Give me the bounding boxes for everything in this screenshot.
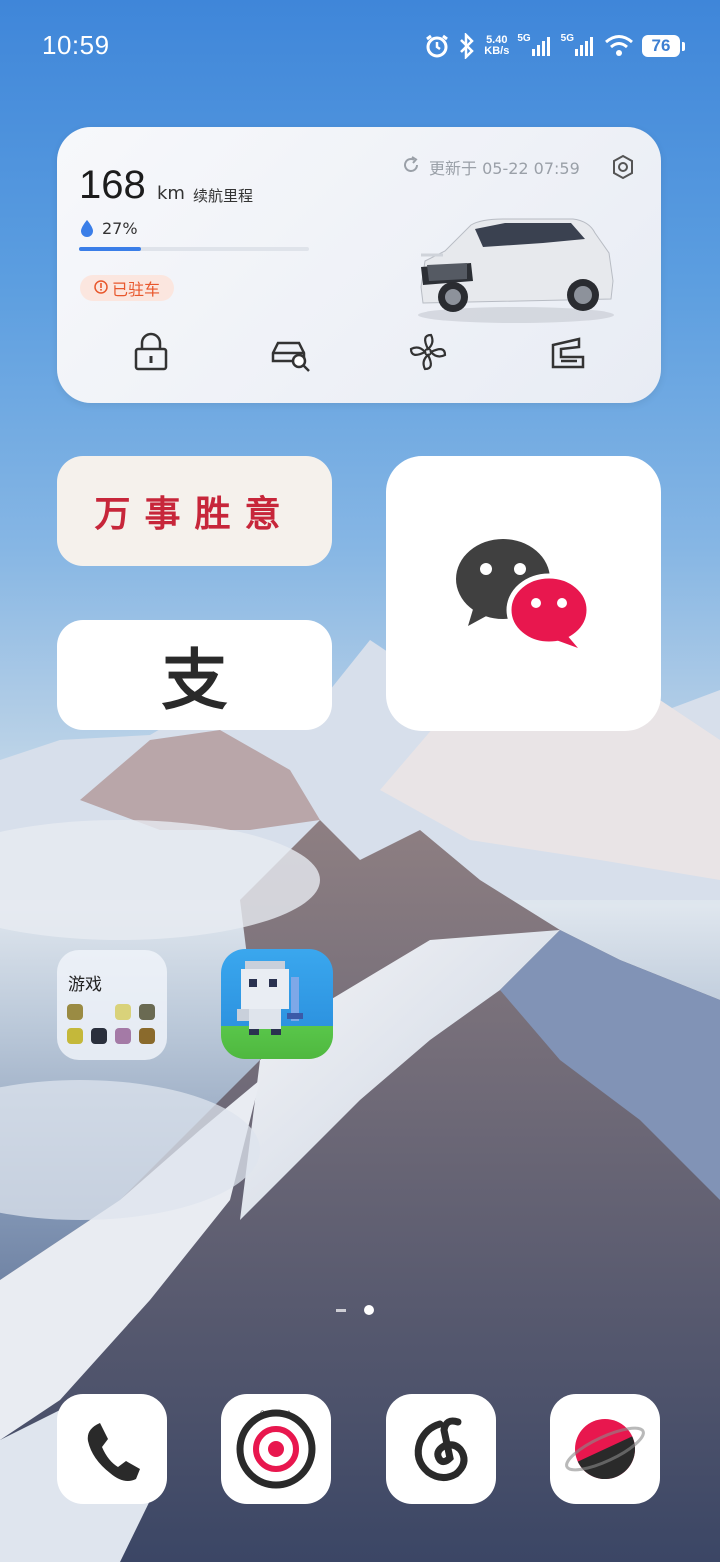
browser-icon [565,1419,645,1479]
car-search-icon[interactable] [269,331,311,373]
info-icon [94,279,108,298]
fan-icon[interactable] [407,331,449,373]
games-folder[interactable]: 游戏 [57,950,167,1060]
lock-icon[interactable] [130,331,172,373]
music-app[interactable] [386,1394,496,1504]
car-widget[interactable]: 168 km 续航里程 27% 已驻车 更新于 05-22 07:59 [57,127,661,403]
battery-icon: 76 [642,35,685,57]
alarm-icon [424,33,450,59]
parked-badge: 已驻车 [80,275,175,301]
status-time: 10:59 [42,30,110,60]
game-icon-1 [67,1004,83,1020]
fuel-percent: 27% [102,219,138,238]
camera-app[interactable]: CAMERA [221,1394,331,1504]
blessing-widget[interactable]: 万事胜意 [57,456,332,566]
page-dot-1[interactable] [336,1308,346,1312]
status-icons: 5.40 KB/s 5G 5G 76 [424,32,685,60]
bluetooth-icon [458,33,476,59]
refresh-icon[interactable] [401,155,421,179]
page-dot-2[interactable] [364,1305,374,1315]
folder-title: 游戏 [68,975,102,995]
blessing-text: 万事胜意 [94,493,295,535]
browser-app[interactable] [550,1394,660,1504]
phone-icon [87,1423,140,1481]
range-value: 168 [79,163,146,207]
wechat-widget[interactable] [386,456,661,731]
signal-icon: 5G [561,33,596,57]
page-indicator[interactable] [336,1305,374,1315]
wifi-icon [604,34,634,58]
fuel-drop-icon [79,219,95,241]
phone-app[interactable] [57,1394,167,1504]
updated-time: 更新于 05-22 07:59 [429,159,580,178]
game-icon-7 [139,1028,155,1044]
fuel-progress-fill [79,247,142,251]
alipay-icon: 支 [161,642,228,719]
pixel-knight-icon [237,961,303,1035]
net-speed: 5.40 KB/s [484,34,510,57]
update-status[interactable]: 更新于 05-22 07:59 [401,155,580,179]
fuel-progress [79,247,309,251]
alipay-widget[interactable]: 支 [57,620,332,730]
game-icon-3 [139,1004,155,1020]
game-icon-2 [115,1004,131,1020]
settings-icon[interactable] [609,153,637,185]
wechat-icon [456,539,592,648]
status-bar: 10:59 5.40 KB/s 5G 5G 76 [0,0,720,92]
game-icon-4 [67,1028,83,1044]
signal-icon: 5G [517,33,552,57]
trunk-icon[interactable] [547,331,589,373]
parked-label: 已驻车 [112,280,161,299]
music-icon [414,1417,468,1481]
game-icon-6 [115,1028,131,1044]
range-unit: km [157,183,185,204]
pixel-knight-app[interactable] [221,949,333,1059]
car-image [413,209,619,329]
game-icon-5 [91,1028,107,1044]
camera-label: CAMERA [260,1411,292,1417]
range-label: 续航里程 [193,187,254,205]
